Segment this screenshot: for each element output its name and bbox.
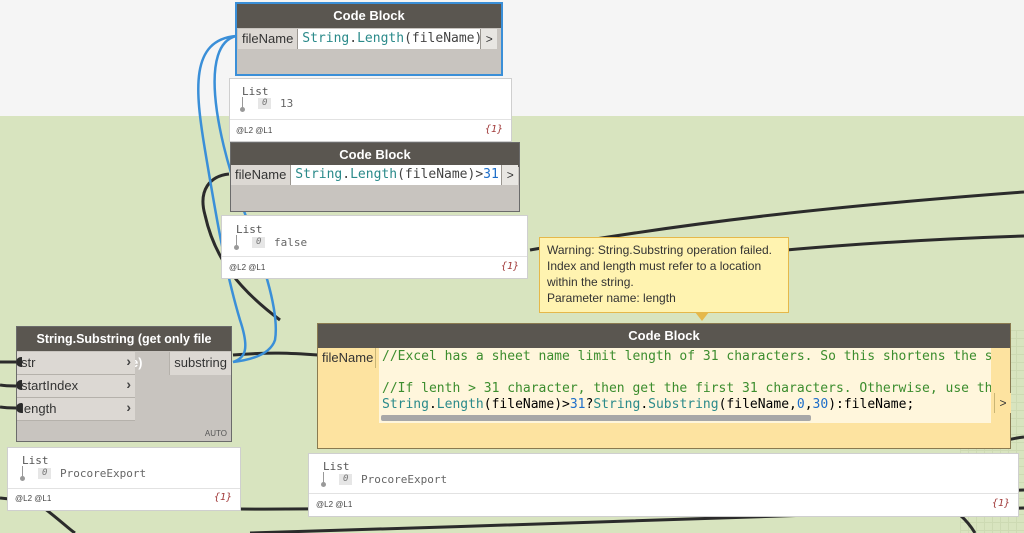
code-block-node-2[interactable]: Code Block fileName String.Length(fileNa… (230, 142, 520, 212)
code-block-node-3[interactable]: Code Block fileName //Excel has a sheet … (317, 323, 1011, 449)
wire (0, 405, 17, 410)
preview-levels: @L2 @L1 (229, 263, 266, 272)
code-line: String.Length(fileName)>31?String.Substr… (382, 397, 915, 412)
preview-count: {1} (991, 498, 1010, 509)
list-tree-dot (234, 245, 239, 250)
port-label: startIndex (21, 378, 79, 393)
wire (959, 513, 977, 533)
preview-value: 13 (280, 97, 294, 110)
preview-value: ProcoreExport (60, 467, 147, 480)
preview-levels: @L2 @L1 (15, 494, 52, 503)
warning-tooltip: Warning: String.Substring operation fail… (539, 237, 789, 321)
output-port-substring[interactable]: substring (169, 352, 231, 375)
chevron-right-icon: › (126, 376, 131, 392)
code-editor[interactable]: //Excel has a sheet name limit length of… (379, 348, 991, 423)
list-tree-dot (20, 476, 25, 481)
preview-index: 0 (258, 98, 272, 109)
code-block-node-1[interactable]: Code Block fileName String.Length(fileNa… (235, 2, 503, 76)
input-port-filename[interactable]: fileName (318, 348, 376, 368)
list-tree-dot (321, 482, 326, 487)
preview-value: ProcoreExport (361, 473, 448, 486)
preview-count: {1} (213, 492, 232, 503)
warning-line: Warning: String.Substring operation fail… (547, 243, 773, 257)
chevron-right-icon: › (126, 353, 131, 369)
horizontal-scrollbar[interactable] (381, 415, 811, 421)
string-substring-node[interactable]: String.Substring (get only file name) st… (16, 326, 232, 442)
preview-levels: @L2 @L1 (236, 126, 273, 135)
preview-divider (309, 493, 1018, 494)
preview-bubble-2[interactable]: List 0 false @L2 @L1 {1} (221, 215, 528, 279)
code-editor[interactable]: String.Length(fileName); (298, 29, 490, 49)
node-title: Code Block (231, 143, 519, 167)
preview-count: {1} (484, 124, 503, 135)
warning-pointer (695, 312, 709, 321)
preview-divider (222, 256, 527, 257)
port-label: length (21, 401, 57, 416)
preview-value: false (274, 236, 308, 249)
preview-list-label: List (242, 85, 269, 98)
code-line: //Excel has a sheet name limit length of… (382, 349, 991, 364)
preview-bubble-3[interactable]: List 0 ProcoreExport @L2 @L1 {1} (7, 447, 241, 511)
wire (0, 383, 17, 388)
preview-levels: @L2 @L1 (316, 500, 353, 509)
node-title: Code Block (318, 324, 1010, 348)
lacing-label: AUTO (204, 429, 227, 438)
input-port-startindex[interactable]: startIndex › (17, 375, 135, 398)
connector-dot (16, 403, 22, 413)
connector-dot (16, 357, 22, 367)
preview-bubble-4[interactable]: List 0 ProcoreExport @L2 @L1 {1} (308, 453, 1019, 517)
connector-dot (16, 380, 22, 390)
list-tree-dot (240, 107, 245, 112)
wire (232, 351, 319, 357)
node-title: Code Block (237, 4, 501, 28)
preview-divider (8, 488, 240, 489)
preview-index: 0 (38, 468, 52, 479)
output-port[interactable]: > (501, 165, 519, 185)
input-port-filename[interactable]: fileName (231, 165, 292, 185)
input-port-length[interactable]: length › (17, 398, 135, 421)
preview-list-label: List (22, 454, 49, 467)
input-port-filename[interactable]: fileName (238, 29, 299, 49)
port-label: str (21, 355, 36, 370)
code-editor[interactable]: String.Length(fileName)>31; (291, 165, 507, 185)
warning-line: Index and length must refer to a locatio… (547, 259, 762, 273)
input-port-str[interactable]: str › (17, 352, 135, 375)
output-port[interactable]: > (480, 29, 498, 49)
preview-list-label: List (323, 460, 350, 473)
preview-list-label: List (236, 223, 263, 236)
code-text: String.Length(fileName); (302, 31, 491, 46)
node-title: String.Substring (get only file name) (17, 327, 231, 370)
warning-line: Parameter name: length (547, 291, 676, 305)
preview-index: 0 (339, 474, 353, 485)
code-text: String.Length(fileName)>31; (295, 167, 506, 182)
warning-line: within the string. (547, 275, 634, 289)
preview-index: 0 (252, 237, 266, 248)
preview-bubble-1[interactable]: List 0 13 @L2 @L1 {1} (229, 78, 512, 142)
port-label: substring (174, 355, 227, 370)
output-port[interactable]: > (994, 393, 1011, 413)
preview-count: {1} (500, 261, 519, 272)
preview-divider (230, 119, 511, 120)
chevron-right-icon: › (126, 399, 131, 415)
code-line: //If lenth > 31 character, then get the … (382, 381, 991, 396)
